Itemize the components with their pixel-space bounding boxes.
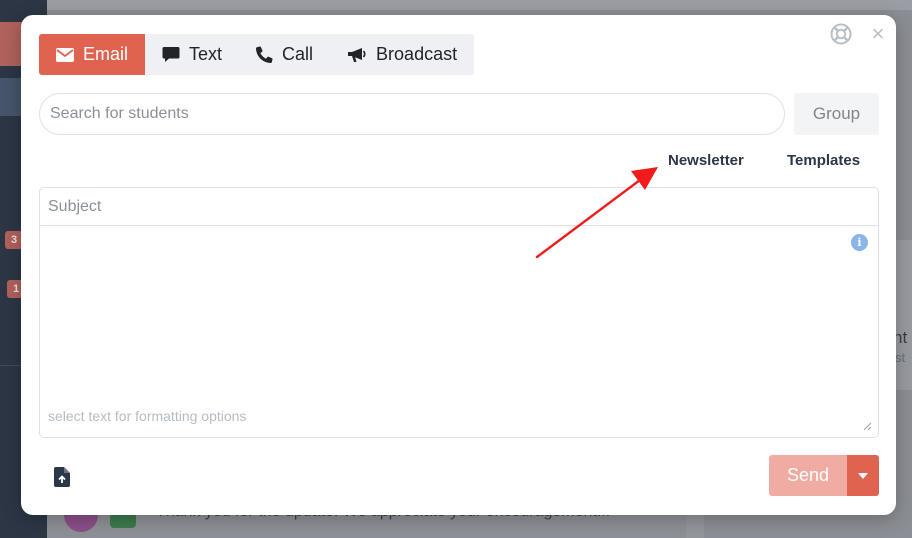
channel-tabs: Email Text Call Broadcast — [39, 34, 475, 75]
tab-email[interactable]: Email — [39, 34, 146, 75]
megaphone-icon — [348, 47, 366, 62]
close-icon[interactable]: × — [869, 23, 887, 45]
tab-text[interactable]: Text — [145, 34, 239, 75]
help-lifebuoy-icon[interactable] — [830, 23, 852, 45]
message-editor: i select text for formatting options — [39, 187, 879, 438]
phone-icon — [256, 46, 273, 63]
group-button[interactable]: Group — [794, 93, 879, 135]
tab-email-label: Email — [83, 44, 129, 64]
background-card-subtext: st — [895, 350, 906, 365]
compose-modal: Email Text Call Broadcast × Search for s… — [21, 15, 896, 515]
send-button[interactable]: Send — [769, 455, 847, 496]
tab-broadcast-label: Broadcast — [376, 44, 458, 64]
tab-call-label: Call — [282, 44, 314, 64]
file-upload-icon[interactable] — [54, 467, 70, 487]
templates-link[interactable]: Templates — [787, 152, 860, 169]
tab-broadcast[interactable]: Broadcast — [330, 34, 474, 75]
envelope-icon — [56, 47, 74, 62]
resize-handle-icon[interactable] — [862, 421, 872, 431]
info-icon[interactable]: i — [851, 234, 868, 251]
caret-down-icon — [858, 472, 868, 479]
newsletter-link[interactable]: Newsletter — [668, 152, 744, 169]
speech-bubble-icon — [162, 47, 180, 62]
tab-call[interactable]: Call — [239, 34, 330, 75]
formatting-hint: select text for formatting options — [48, 408, 247, 424]
background-topbar — [47, 0, 912, 10]
search-input[interactable] — [39, 93, 785, 135]
subject-field[interactable] — [40, 188, 878, 226]
send-options-button[interactable] — [847, 455, 879, 496]
tab-text-label: Text — [189, 44, 223, 64]
